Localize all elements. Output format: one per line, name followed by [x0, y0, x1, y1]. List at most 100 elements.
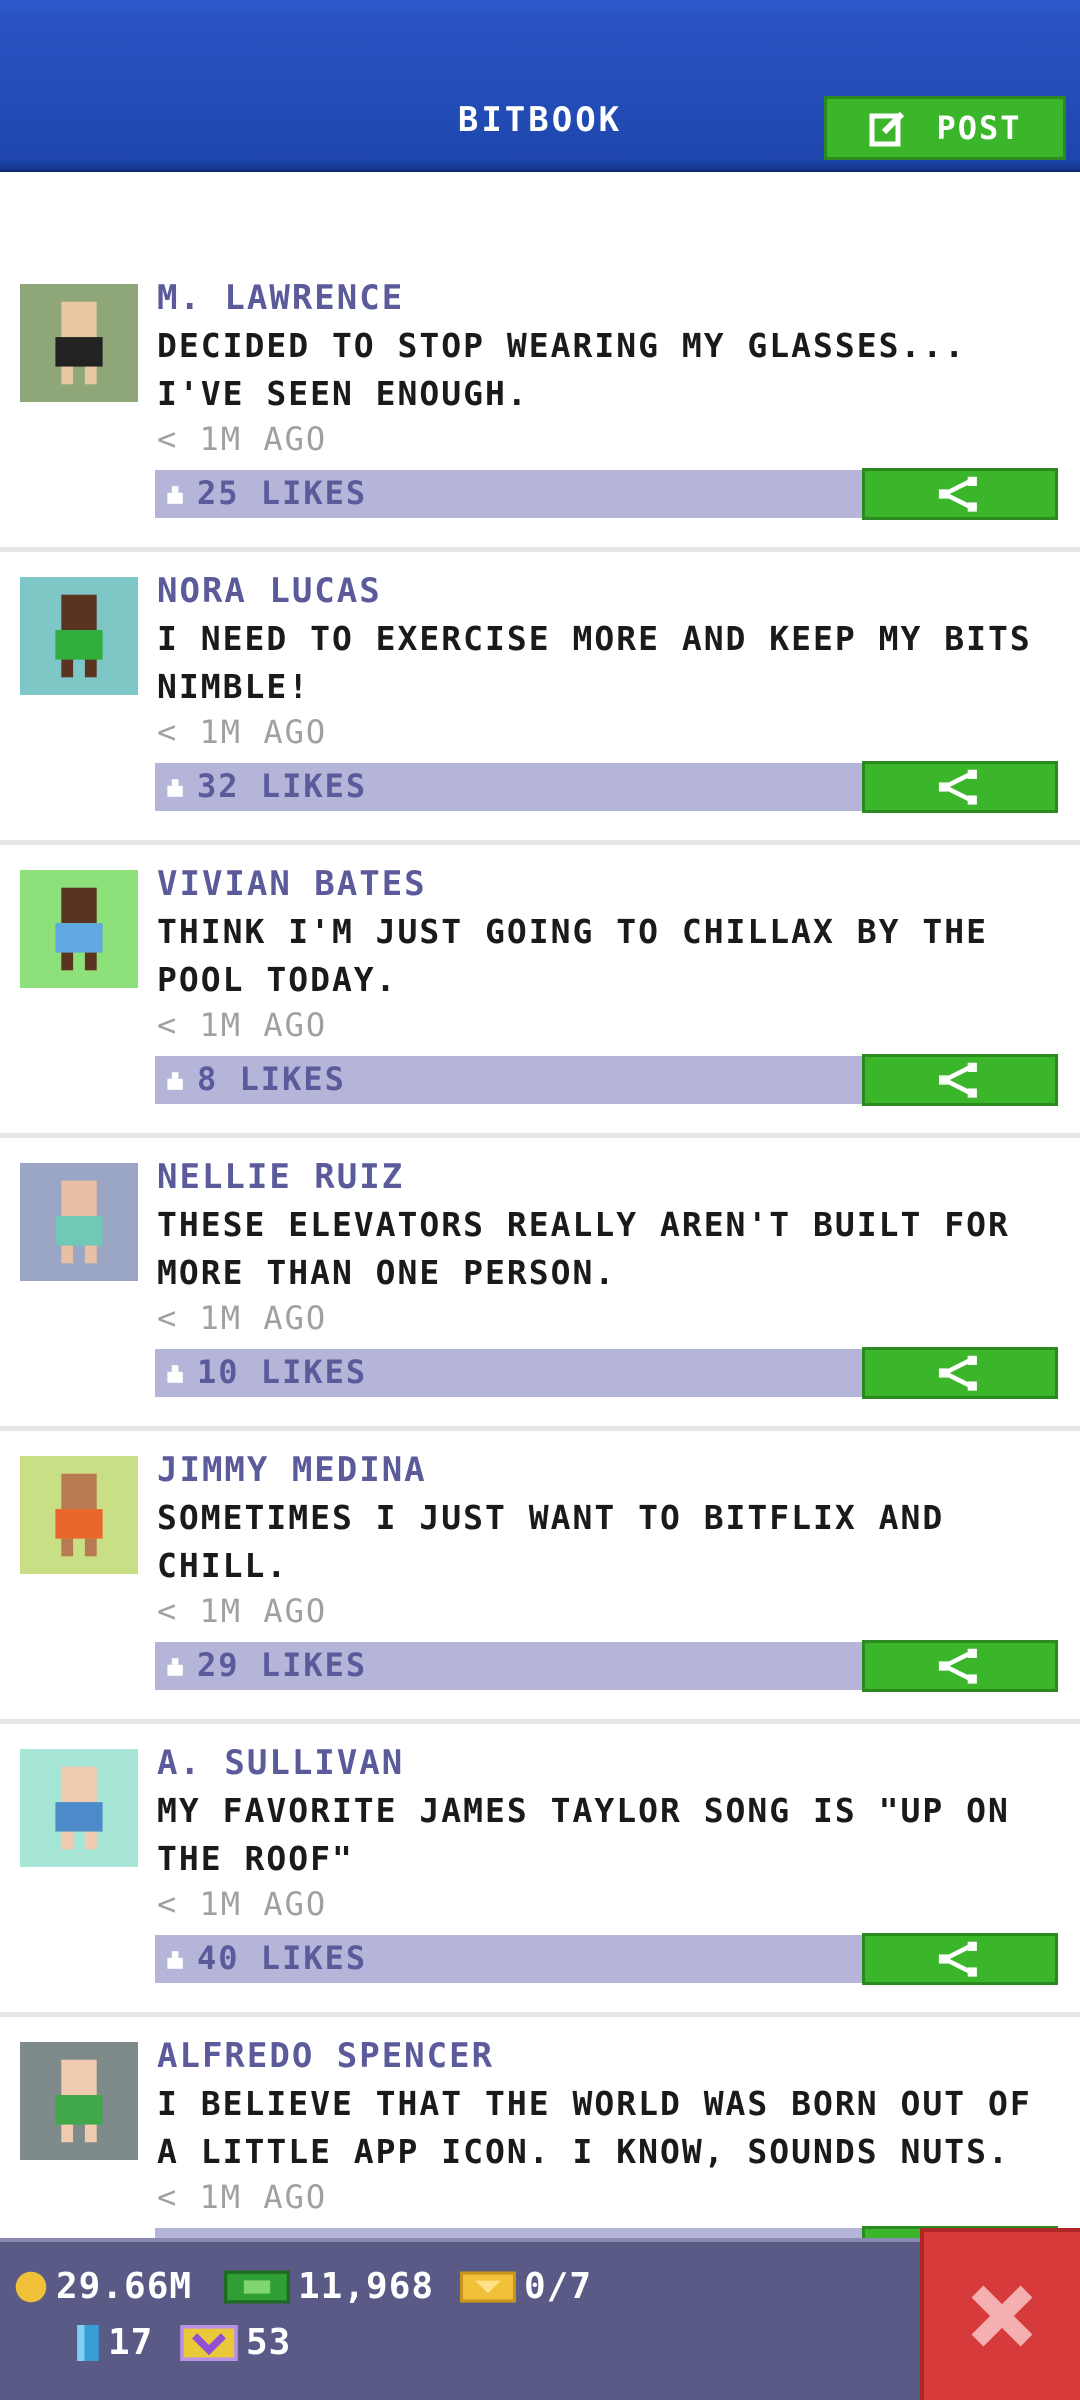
likes-count: 8 LIKES [163, 1060, 346, 1098]
likes-label: 8 LIKES [197, 1060, 346, 1098]
thumbs-up-icon [167, 1365, 183, 1383]
vip-icon [180, 2324, 238, 2361]
feed-post[interactable]: NELLIE RUIZ THESE ELEVATORS REALLY AREN'… [0, 1139, 1080, 1431]
bux-value: 11,968 [298, 2266, 435, 2307]
share-button[interactable] [862, 1640, 1058, 1692]
post-author[interactable]: NORA LUCAS [157, 571, 382, 611]
share-button[interactable] [862, 1054, 1058, 1106]
avatar-image [20, 2042, 138, 2160]
like-bar[interactable]: 32 LIKES [155, 763, 865, 811]
avatar[interactable] [20, 2042, 138, 2160]
post-label: POST [936, 109, 1022, 147]
feed-post[interactable]: M. LAWRENCE DECIDED TO STOP WEARING MY G… [0, 260, 1080, 552]
post-text: MY FAVORITE JAMES TAYLOR SONG IS "UP ON … [157, 1791, 1010, 1878]
thumbs-up-icon [167, 1951, 183, 1969]
vip-stat: 53 [180, 2322, 291, 2363]
share-icon [938, 1941, 977, 1977]
app-header: BITBOOK POST [0, 0, 1080, 172]
post-author[interactable]: JIMMY MEDINA [157, 1450, 427, 1490]
likes-count: 29 LIKES [163, 1646, 367, 1684]
share-button[interactable] [862, 468, 1058, 520]
tickets-value: 0/7 [524, 2266, 593, 2307]
like-bar[interactable]: 10 LIKES [155, 1349, 865, 1397]
avatar[interactable] [20, 577, 138, 695]
like-bar[interactable] [155, 2228, 865, 2238]
like-bar[interactable]: 25 LIKES [155, 470, 865, 518]
post-author[interactable]: A. SULLIVAN [157, 1743, 404, 1783]
thumbs-up-icon [167, 1658, 183, 1676]
avatar[interactable] [20, 1163, 138, 1281]
post-text: I BELIEVE THAT THE WORLD WAS BORN OUT OF… [157, 2084, 1032, 2171]
share-button[interactable] [862, 761, 1058, 813]
share-icon [938, 1648, 977, 1684]
post-text: THESE ELEVATORS REALLY AREN'T BUILT FOR … [157, 1205, 1010, 1292]
share-icon [938, 476, 977, 512]
vip-value: 53 [246, 2322, 292, 2363]
post-author[interactable]: NELLIE RUIZ [157, 1157, 404, 1197]
post-text: DECIDED TO STOP WEARING MY GLASSES... I'… [157, 326, 967, 413]
post-timestamp: < 1M AGO [157, 713, 328, 751]
likes-label: 25 LIKES [197, 474, 368, 512]
close-button[interactable] [920, 2228, 1080, 2400]
likes-count: 32 LIKES [163, 767, 367, 805]
share-button[interactable] [862, 1933, 1058, 1985]
compose-icon [869, 111, 905, 147]
likes-label: 10 LIKES [197, 1353, 368, 1391]
avatar-image [20, 284, 138, 402]
thumbs-up-icon [167, 779, 183, 797]
coins-value: 29.66M [56, 2266, 193, 2307]
likes-count: 40 LIKES [163, 1939, 367, 1977]
feed-post[interactable]: NORA LUCAS I NEED TO EXERCISE MORE AND K… [0, 553, 1080, 845]
post-timestamp: < 1M AGO [157, 1885, 328, 1923]
post-text: I NEED TO EXERCISE MORE AND KEEP MY BITS… [157, 619, 1032, 706]
feed-post[interactable]: ALFREDO SPENCER I BELIEVE THAT THE WORLD… [0, 2018, 1080, 2238]
post-author[interactable]: VIVIAN BATES [157, 864, 427, 904]
likes-label: 29 LIKES [197, 1646, 368, 1684]
close-icon [971, 2285, 1033, 2347]
feed-post[interactable]: A. SULLIVAN MY FAVORITE JAMES TAYLOR SON… [0, 1725, 1080, 2017]
post-timestamp: < 1M AGO [157, 2178, 328, 2216]
share-icon [938, 1062, 977, 1098]
coins-stat: 29.66M [14, 2266, 192, 2307]
feed-post[interactable]: JIMMY MEDINA SOMETIMES I JUST WANT TO BI… [0, 1432, 1080, 1724]
post-timestamp: < 1M AGO [157, 1299, 328, 1337]
ticket-icon [460, 2270, 516, 2303]
share-icon [938, 1355, 977, 1391]
thumbs-up-icon [167, 1072, 183, 1090]
bux-stat: 11,968 [224, 2266, 434, 2307]
avatar-image [20, 577, 138, 695]
share-icon [938, 769, 977, 805]
post-timestamp: < 1M AGO [157, 420, 328, 458]
avatar[interactable] [20, 284, 138, 402]
post-button[interactable]: POST [824, 96, 1066, 160]
likes-count: 10 LIKES [163, 1353, 367, 1391]
likes-label: 32 LIKES [197, 767, 368, 805]
coin-icon [15, 2271, 47, 2302]
like-bar[interactable]: 8 LIKES [155, 1056, 865, 1104]
gems-value: 17 [108, 2322, 154, 2363]
avatar-image [20, 1749, 138, 1867]
avatar-image [20, 1456, 138, 1574]
avatar[interactable] [20, 1456, 138, 1574]
feed-post[interactable]: VIVIAN BATES THINK I'M JUST GOING TO CHI… [0, 846, 1080, 1138]
post-timestamp: < 1M AGO [157, 1592, 328, 1630]
feed-list[interactable]: M. LAWRENCE DECIDED TO STOP WEARING MY G… [0, 170, 1080, 2238]
like-bar[interactable]: 29 LIKES [155, 1642, 865, 1690]
bottom-status-bar: 29.66M 11,968 0/7 17 53 [0, 2238, 1080, 2400]
tickets-stat: 0/7 [460, 2266, 592, 2307]
gem-icon [77, 2324, 99, 2361]
post-author[interactable]: M. LAWRENCE [157, 278, 404, 318]
post-text: SOMETIMES I JUST WANT TO BITFLIX AND CHI… [157, 1498, 945, 1585]
gems-stat: 17 [76, 2322, 153, 2363]
thumbs-up-icon [167, 486, 183, 504]
share-button[interactable] [862, 1347, 1058, 1399]
likes-count: 25 LIKES [163, 474, 367, 512]
avatar[interactable] [20, 1749, 138, 1867]
like-bar[interactable]: 40 LIKES [155, 1935, 865, 1983]
avatar[interactable] [20, 870, 138, 988]
post-text: THINK I'M JUST GOING TO CHILLAX BY THE P… [157, 912, 988, 999]
post-author[interactable]: ALFREDO SPENCER [157, 2036, 494, 2076]
likes-label: 40 LIKES [197, 1939, 368, 1977]
bux-icon [224, 2270, 290, 2303]
avatar-image [20, 1163, 138, 1281]
